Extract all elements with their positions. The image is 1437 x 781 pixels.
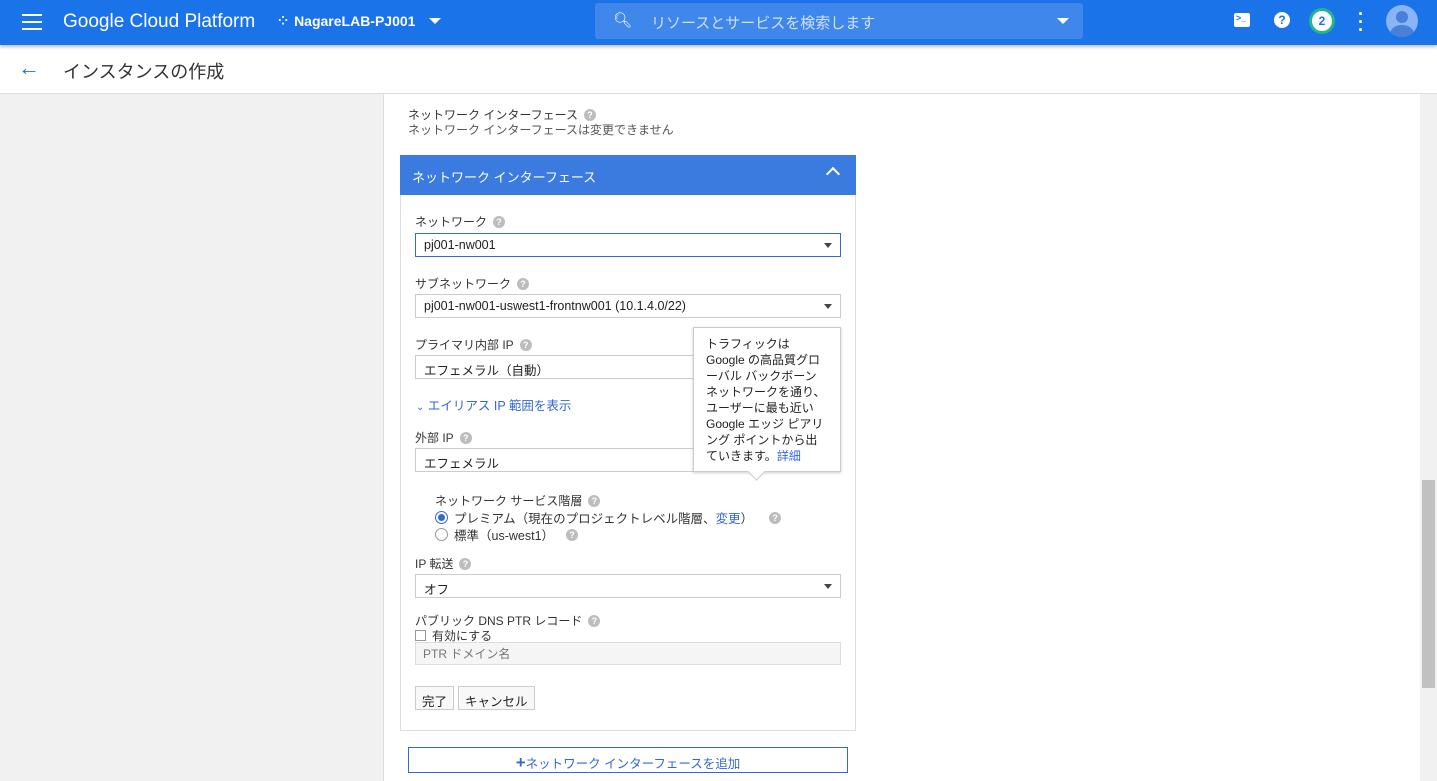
help-icon[interactable]: ?	[459, 557, 472, 570]
scrollbar[interactable]	[1420, 94, 1437, 781]
search-placeholder: リソースとサービスを検索します	[651, 15, 876, 32]
cancel-button[interactable]: キャンセル	[458, 686, 535, 710]
search-icon: 🔍︎	[613, 12, 633, 29]
premium-text-end: ）	[740, 512, 754, 526]
search-input[interactable]: 🔍︎ リソースとサービスを検索します	[595, 3, 1083, 39]
cloud-shell-icon[interactable]: >_	[1234, 13, 1250, 27]
label-text: IP 転送	[415, 557, 454, 571]
label-text: 外部 IP	[415, 431, 454, 445]
label-text: ネットワーク サービス階層	[435, 494, 583, 508]
help-icon[interactable]: ?	[493, 215, 506, 228]
card-title: ネットワーク インターフェース	[412, 170, 597, 185]
select-value: エフェメラル	[424, 457, 500, 471]
subnet-label: サブネットワーク?	[415, 275, 530, 292]
project-selector[interactable]: ⁘ NagareLAB-PJ001	[278, 13, 442, 29]
change-link[interactable]: 変更	[716, 512, 741, 526]
radio-standard[interactable]	[435, 528, 448, 541]
network-select[interactable]: pj001-nw001	[415, 233, 841, 257]
page-title: インスタンスの作成	[63, 62, 225, 82]
alias-ip-link[interactable]: ⌄ エイリアス IP 範囲を表示	[416, 395, 571, 414]
chevron-down-icon[interactable]	[1057, 18, 1069, 24]
help-icon[interactable]: ?	[584, 108, 597, 121]
details-link[interactable]: 詳細	[777, 449, 801, 463]
help-icon[interactable]: ?	[517, 277, 530, 290]
tier-label: ネットワーク サービス階層?	[435, 492, 601, 509]
scrollbar-thumb[interactable]	[1422, 480, 1435, 688]
alias-link-text: エイリアス IP 範囲を表示	[427, 399, 572, 413]
section-note: ネットワーク インターフェースは変更できません	[408, 123, 674, 137]
add-interface-button[interactable]: +ネットワーク インターフェースを追加	[408, 747, 848, 773]
help-icon[interactable]: ?	[588, 614, 601, 627]
network-label: ネットワーク?	[415, 213, 506, 230]
standard-text: 標準（us-west1）	[454, 529, 555, 543]
help-icon[interactable]: ?	[588, 494, 601, 507]
tooltip: トラフィックは Google の高品質グローバル バックボーン ネットワークを通…	[693, 327, 841, 472]
top-bar: Google Cloud Platform ⁘ NagareLAB-PJ001 …	[0, 0, 1437, 45]
tooltip-text: トラフィックは Google の高品質グローバル バックボーン ネットワークを通…	[706, 337, 826, 463]
project-icon: ⁘	[278, 14, 289, 28]
chevron-down-icon	[429, 18, 442, 24]
dropdown-arrow-icon	[824, 304, 832, 309]
label-text: ネットワーク	[415, 215, 488, 229]
select-value: オフ	[424, 583, 450, 597]
avatar[interactable]	[1386, 5, 1418, 37]
help-icon[interactable]: ?	[519, 338, 532, 351]
page-header: ← インスタンスの作成	[0, 45, 1437, 94]
help-icon[interactable]: ?	[1274, 12, 1290, 28]
label-text: プライマリ内部 IP	[415, 338, 514, 352]
back-arrow-icon[interactable]: ←	[18, 55, 40, 81]
ip-forward-label: IP 転送?	[415, 555, 472, 572]
subnet-select[interactable]: pj001-nw001-uswest1-frontnw001 (10.1.4.0…	[415, 294, 841, 318]
select-value: pj001-nw001	[424, 238, 496, 252]
left-gutter	[0, 94, 384, 781]
select-value: pj001-nw001-uswest1-frontnw001 (10.1.4.0…	[424, 299, 686, 313]
notifications-badge[interactable]: 2	[1309, 8, 1335, 34]
more-vert-icon[interactable]: · · ·	[1358, 5, 1364, 39]
app-title[interactable]: Google Cloud Platform	[63, 11, 255, 33]
done-button[interactable]: 完了	[415, 686, 455, 710]
ptr-domain-input[interactable]	[415, 642, 841, 665]
help-icon[interactable]: ?	[769, 511, 782, 524]
primary-ip-label: プライマリ内部 IP?	[415, 336, 532, 353]
chevron-up-icon[interactable]	[825, 166, 841, 182]
help-icon[interactable]: ?	[566, 528, 579, 541]
tier-standard-option[interactable]: 標準（us-west1）?	[435, 525, 579, 544]
plus-icon: +	[515, 753, 526, 772]
premium-text: プレミアム（現在のプロジェクトレベル階層、	[454, 512, 716, 526]
dns-checkbox[interactable]	[415, 630, 426, 641]
dropdown-arrow-icon	[824, 584, 832, 589]
ip-forward-select[interactable]: オフ	[415, 574, 841, 598]
label-text: サブネットワーク	[415, 277, 512, 291]
select-value: エフェメラル（自動）	[424, 364, 550, 378]
dropdown-arrow-icon	[824, 243, 832, 248]
double-chevron-icon: ⌄	[416, 402, 425, 413]
radio-premium[interactable]	[435, 511, 448, 524]
external-ip-label: 外部 IP?	[415, 429, 472, 446]
card-header[interactable]: ネットワーク インターフェース	[400, 155, 856, 195]
add-interface-label: ネットワーク インターフェースを追加	[525, 757, 741, 771]
project-name: NagareLAB-PJ001	[294, 13, 416, 29]
help-icon[interactable]: ?	[459, 431, 472, 444]
menu-icon[interactable]	[22, 14, 42, 30]
